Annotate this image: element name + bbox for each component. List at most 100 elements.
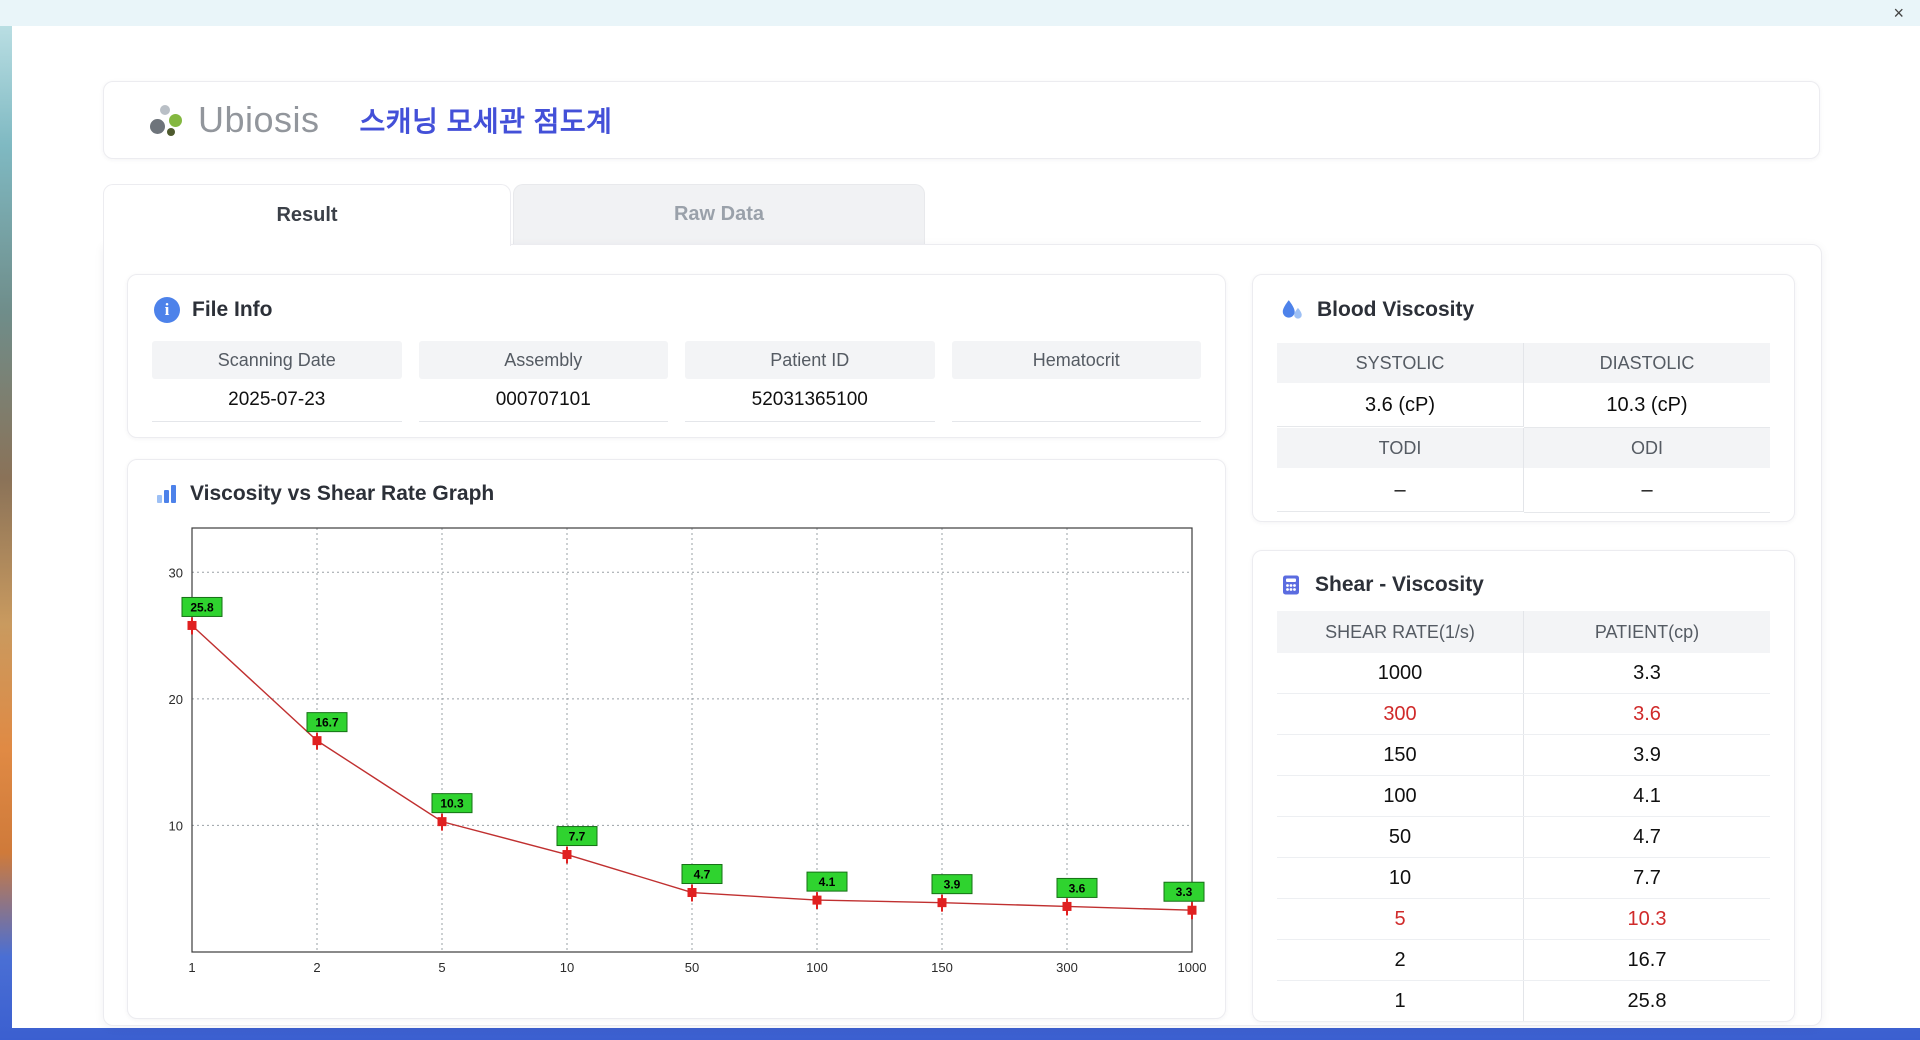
svg-text:3.9: 3.9 xyxy=(944,878,961,892)
patient-cell: 3.6 xyxy=(1523,693,1770,735)
shear-viscosity-card: Shear - Viscosity SHEAR RATE(1/s) PATIEN… xyxy=(1252,550,1795,1022)
column-header-patient: PATIENT(cp) xyxy=(1523,611,1770,653)
file-info-field: Scanning Date 2025-07-23 xyxy=(152,341,402,422)
svg-text:1: 1 xyxy=(188,960,195,975)
patient-cell: 7.7 xyxy=(1523,857,1770,899)
svg-text:20: 20 xyxy=(169,692,183,707)
bv-value: 10.3 (cP) xyxy=(1524,383,1770,428)
patient-cell: 4.7 xyxy=(1523,816,1770,858)
table-row: 10 7.7 xyxy=(1277,857,1770,899)
svg-text:300: 300 xyxy=(1056,960,1078,975)
bv-label: ODI xyxy=(1524,428,1770,468)
svg-text:3.3: 3.3 xyxy=(1176,885,1193,899)
section-title: File Info xyxy=(192,298,273,321)
app-window: Ubiosis 스캐닝 모세관 점도계 Result Raw Data i Fi… xyxy=(12,26,1920,1028)
chart-wrap: 10 20 30 1 2 5 10 50 100 150 300 1000 25.8 16.7 10.3 7.… xyxy=(148,514,1225,989)
logo-icon xyxy=(148,101,186,139)
svg-text:10.3: 10.3 xyxy=(440,797,464,811)
blood-viscosity-card: Blood Viscosity SYSTOLIC DIASTOLIC 3.6 (… xyxy=(1252,274,1795,522)
table-row: 2 16.7 xyxy=(1277,939,1770,981)
svg-text:16.7: 16.7 xyxy=(315,716,339,730)
field-label: Assembly xyxy=(418,341,668,379)
droplet-icon xyxy=(1279,297,1305,323)
svg-text:7.7: 7.7 xyxy=(569,830,586,844)
svg-text:10: 10 xyxy=(560,960,574,975)
shear-rate-cell: 1000 xyxy=(1277,653,1524,694)
content-panel: i File Info Scanning Date 2025-07-23 Ass… xyxy=(103,244,1822,1026)
field-label: Scanning Date xyxy=(152,341,402,379)
table-row: 1000 3.3 xyxy=(1277,653,1770,694)
field-value: 000707101 xyxy=(418,379,668,422)
shear-rate-cell: 50 xyxy=(1277,816,1524,858)
svg-text:30: 30 xyxy=(169,565,183,580)
svg-text:3.6: 3.6 xyxy=(1069,881,1086,895)
field-label: Patient ID xyxy=(685,341,935,379)
bv-value-row: 3.6 (cP) 10.3 (cP) xyxy=(1277,383,1770,428)
graph-card: Viscosity vs Shear Rate Graph 10 20 30 1 2 5 1… xyxy=(127,459,1226,1019)
patient-cell: 16.7 xyxy=(1523,939,1770,981)
blood-viscosity-header: Blood Viscosity xyxy=(1253,275,1794,323)
file-info-fields: Scanning Date 2025-07-23 Assembly 000707… xyxy=(152,341,1201,422)
svg-text:4.1: 4.1 xyxy=(819,875,836,889)
table-row: 1 25.8 xyxy=(1277,980,1770,1022)
logo-text: Ubiosis xyxy=(198,99,320,140)
svg-text:2: 2 xyxy=(313,960,320,975)
field-value: 52031365100 xyxy=(685,379,935,422)
bv-label: TODI xyxy=(1277,428,1524,468)
file-info-field: Patient ID 52031365100 xyxy=(685,341,935,422)
graph-header: Viscosity vs Shear Rate Graph xyxy=(128,460,1225,506)
tab-result[interactable]: Result xyxy=(103,184,511,246)
table-row: 300 3.6 xyxy=(1277,693,1770,735)
bv-label: SYSTOLIC xyxy=(1277,343,1524,383)
svg-text:150: 150 xyxy=(931,960,953,975)
window-titlebar: × xyxy=(0,0,1920,26)
bv-value-row: – – xyxy=(1277,468,1770,513)
shear-rate-cell: 5 xyxy=(1277,898,1524,940)
table-row: 5 10.3 xyxy=(1277,898,1770,940)
file-info-field: Assembly 000707101 xyxy=(418,341,668,422)
svg-text:50: 50 xyxy=(685,960,699,975)
bv-label: DIASTOLIC xyxy=(1524,343,1770,383)
shear-rate-cell: 10 xyxy=(1277,857,1524,899)
bar-chart-icon xyxy=(154,482,178,506)
svg-text:100: 100 xyxy=(806,960,828,975)
svg-text:4.7: 4.7 xyxy=(694,868,711,882)
patient-cell: 3.9 xyxy=(1523,734,1770,776)
shear-table-body: 1000 3.3 300 3.6 150 3.9 100 4.1 50 4.7 … xyxy=(1277,653,1770,1022)
app-header: Ubiosis 스캐닝 모세관 점도계 xyxy=(103,81,1820,159)
patient-cell: 25.8 xyxy=(1523,980,1770,1022)
svg-text:25.8: 25.8 xyxy=(190,600,214,614)
table-row: 100 4.1 xyxy=(1277,775,1770,817)
table-header-row: SHEAR RATE(1/s) PATIENT(cp) xyxy=(1277,611,1770,653)
tab-raw-data[interactable]: Raw Data xyxy=(513,184,925,244)
shear-rate-cell: 100 xyxy=(1277,775,1524,817)
patient-cell: 4.1 xyxy=(1523,775,1770,817)
file-info-card: i File Info Scanning Date 2025-07-23 Ass… xyxy=(127,274,1226,438)
page-title: 스캐닝 모세관 점도계 xyxy=(359,106,613,137)
viscosity-chart: 10 20 30 1 2 5 10 50 100 150 300 1000 25.8 16.7 10.3 7.… xyxy=(169,527,1207,975)
shear-viscosity-table: SHEAR RATE(1/s) PATIENT(cp) 1000 3.3 300… xyxy=(1277,611,1770,1022)
file-info-field: Hematocrit xyxy=(951,341,1201,422)
table-icon xyxy=(1279,573,1303,597)
section-title: Blood Viscosity xyxy=(1317,298,1475,321)
shear-rate-cell: 150 xyxy=(1277,734,1524,776)
bv-value: 3.6 (cP) xyxy=(1277,383,1524,427)
bv-label-row: TODI ODI xyxy=(1277,428,1770,468)
shear-rate-cell: 1 xyxy=(1277,980,1524,1022)
table-row: 150 3.9 xyxy=(1277,734,1770,776)
patient-cell: 3.3 xyxy=(1523,653,1770,694)
shear-rate-cell: 2 xyxy=(1277,939,1524,981)
svg-text:1000: 1000 xyxy=(1178,960,1207,975)
blood-viscosity-grid: SYSTOLIC DIASTOLIC 3.6 (cP) 10.3 (cP) TO… xyxy=(1277,343,1770,513)
shear-rate-cell: 300 xyxy=(1277,693,1524,735)
info-icon: i xyxy=(154,297,180,323)
section-title: Viscosity vs Shear Rate Graph xyxy=(190,482,495,505)
shear-viscosity-header: Shear - Viscosity xyxy=(1253,551,1794,597)
patient-cell: 10.3 xyxy=(1523,898,1770,940)
svg-text:10: 10 xyxy=(169,818,183,833)
file-info-header: i File Info xyxy=(128,275,1225,323)
table-row: 50 4.7 xyxy=(1277,816,1770,858)
section-title: Shear - Viscosity xyxy=(1315,573,1484,596)
close-icon[interactable]: × xyxy=(1893,2,1904,24)
svg-text:5: 5 xyxy=(438,960,445,975)
